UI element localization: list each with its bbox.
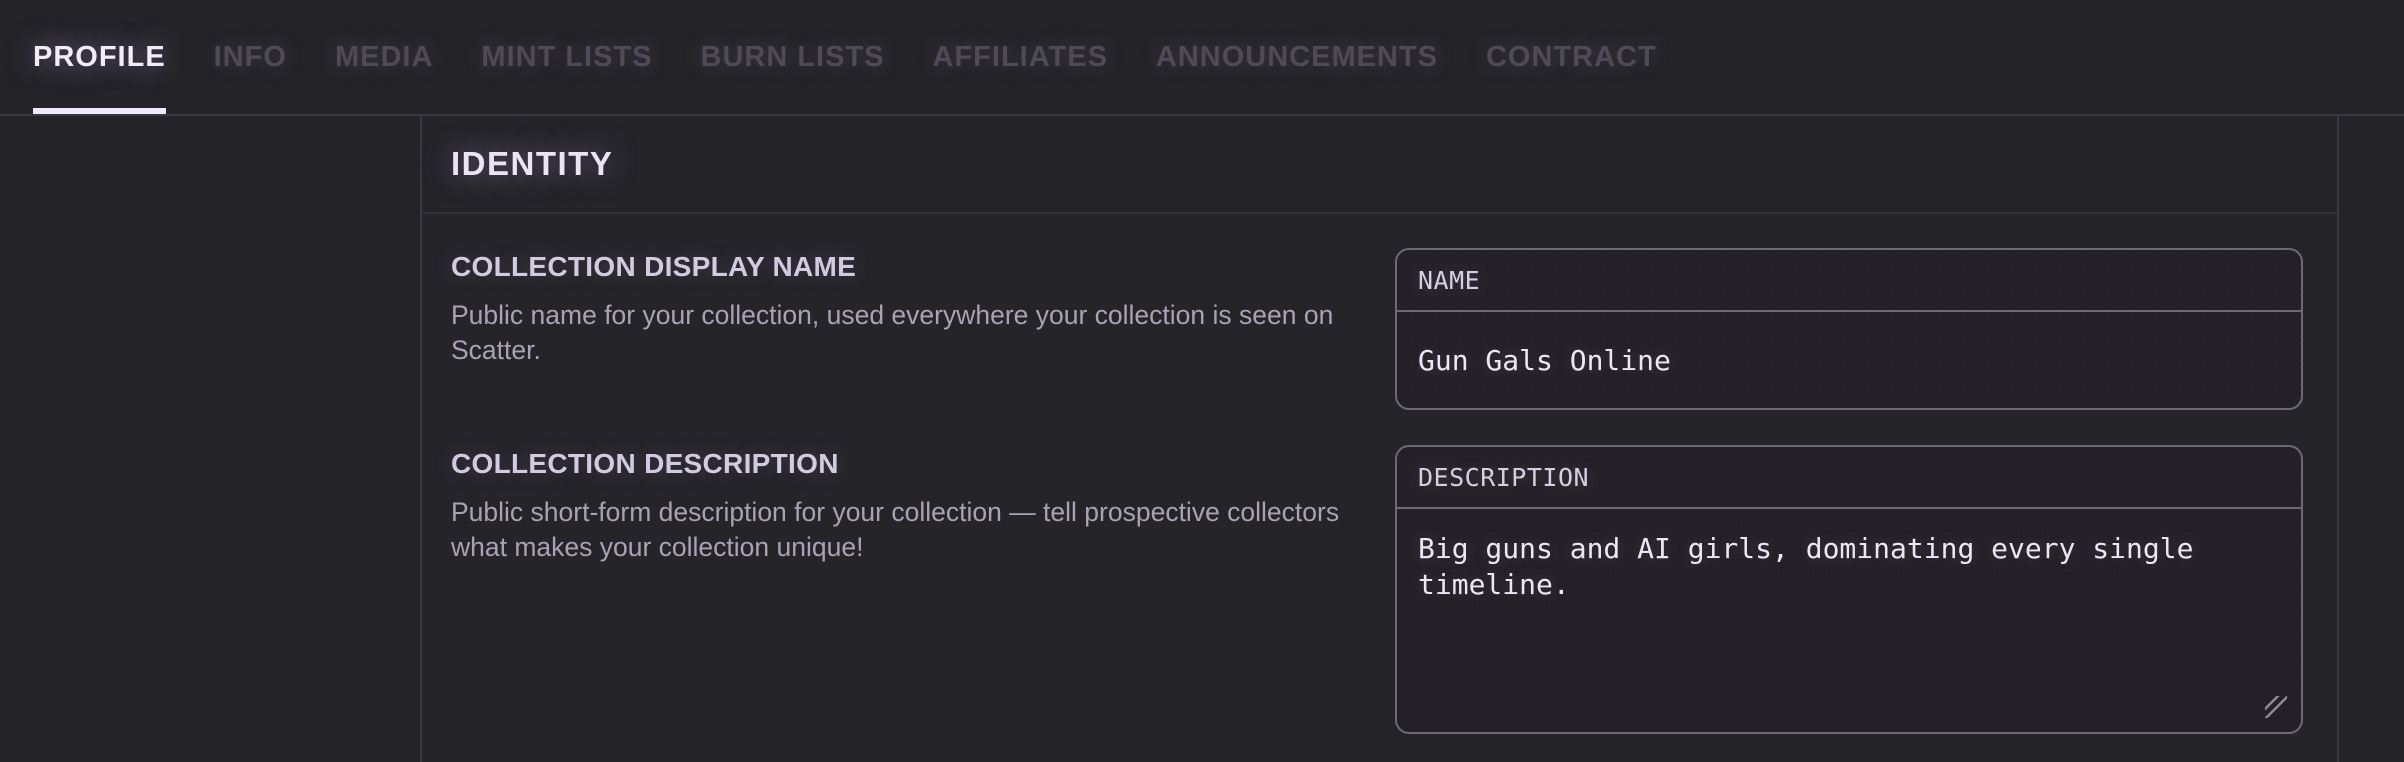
tab-mint-lists[interactable]: MINT LISTS [481, 0, 652, 114]
tab-bar: PROFILE INFO MEDIA MINT LISTS BURN LISTS… [0, 0, 2404, 116]
description-input-column: DESCRIPTION Big guns and AI girls, domin… [1395, 445, 2303, 734]
identity-section-title: IDENTITY [451, 145, 614, 182]
description-field-label-row: DESCRIPTION [1397, 447, 2301, 509]
tab-profile[interactable]: PROFILE [33, 0, 166, 114]
name-field-label-row: NAME [1397, 250, 2301, 312]
display-name-help-text: Public name for your collection, used ev… [451, 300, 1334, 365]
identity-section-header: IDENTITY [422, 116, 2337, 214]
content-area: IDENTITY COLLECTION DISPLAY NAME Public … [0, 116, 2404, 762]
resize-handle-icon[interactable] [2265, 696, 2287, 718]
description-heading: COLLECTION DESCRIPTION [451, 448, 839, 479]
right-gutter [2339, 116, 2404, 762]
display-name-description-column: COLLECTION DISPLAY NAME Public name for … [451, 248, 1361, 410]
identity-form: COLLECTION DISPLAY NAME Public name for … [422, 214, 2337, 734]
name-field-label: NAME [1418, 265, 1481, 295]
name-input[interactable] [1397, 312, 2301, 408]
identity-panel: IDENTITY COLLECTION DISPLAY NAME Public … [420, 116, 2339, 762]
display-name-row: COLLECTION DISPLAY NAME Public name for … [451, 248, 2303, 410]
collection-settings-page: PROFILE INFO MEDIA MINT LISTS BURN LISTS… [0, 0, 2404, 762]
display-name-heading: COLLECTION DISPLAY NAME [451, 251, 857, 282]
description-row: COLLECTION DESCRIPTION Public short-form… [451, 445, 2303, 734]
tab-contract[interactable]: CONTRACT [1486, 0, 1657, 114]
description-field-group: DESCRIPTION Big guns and AI girls, domin… [1395, 445, 2303, 734]
tab-affiliates[interactable]: AFFILIATES [933, 0, 1108, 114]
tab-burn-lists[interactable]: BURN LISTS [701, 0, 885, 114]
description-help-text: Public short-form description for your c… [451, 497, 1340, 562]
tab-media[interactable]: MEDIA [335, 0, 433, 114]
left-gutter [0, 116, 420, 762]
tab-announcements[interactable]: ANNOUNCEMENTS [1156, 0, 1438, 114]
description-description-column: COLLECTION DESCRIPTION Public short-form… [451, 445, 1361, 734]
display-name-input-column: NAME [1395, 248, 2303, 410]
tab-info[interactable]: INFO [214, 0, 287, 114]
description-field-label: DESCRIPTION [1418, 462, 1590, 492]
name-field-group: NAME [1395, 248, 2303, 410]
description-textarea[interactable]: Big guns and AI girls, dominating every … [1397, 509, 2301, 732]
